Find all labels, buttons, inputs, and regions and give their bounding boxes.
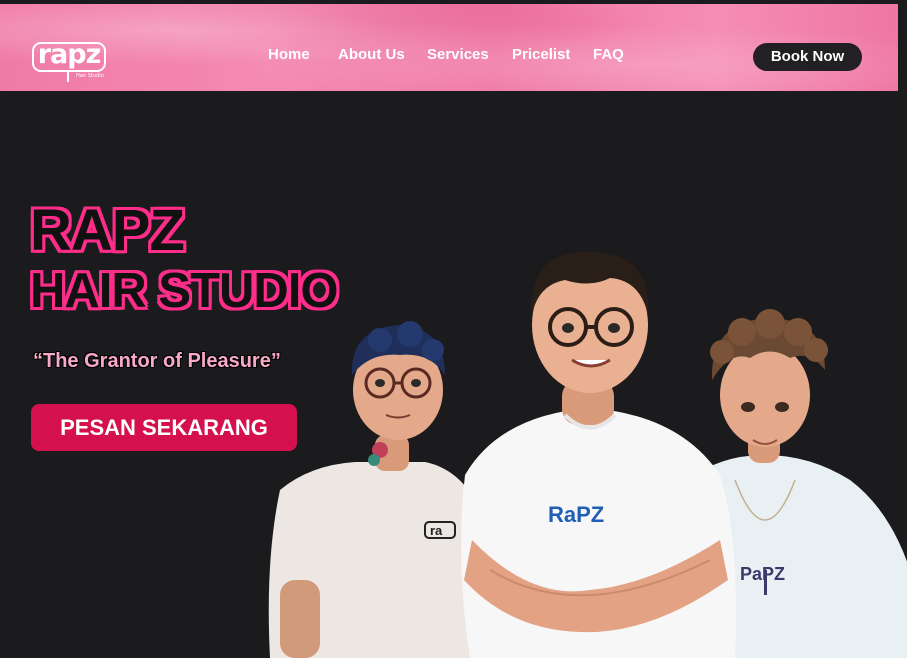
book-now-button[interactable]: Book Now	[753, 43, 862, 71]
center-shirt-print: RaPZ	[548, 502, 604, 527]
logo-subtext: Hair Studio	[76, 73, 104, 79]
character-center: RaPZ	[461, 251, 736, 658]
logo-stem	[67, 70, 69, 82]
brand-logo[interactable]: rapz Hair Studio	[32, 39, 106, 84]
nav-pricelist[interactable]: Pricelist	[512, 46, 570, 63]
nav-services[interactable]: Services	[427, 46, 489, 63]
character-left: ra	[268, 321, 495, 658]
site-header: rapz Hair Studio Home About Us Services …	[0, 4, 898, 91]
hero-tagline: “The Grantor of Pleasure”	[33, 350, 281, 372]
logo-wordmark: rapz	[37, 39, 102, 70]
left-shirt-print: ra	[430, 523, 443, 538]
nav-faq[interactable]: FAQ	[593, 46, 624, 63]
nav-home[interactable]: Home	[268, 46, 310, 63]
landing-page: rapz Hair Studio Home About Us Services …	[0, 0, 907, 658]
nav-about-us[interactable]: About Us	[338, 46, 405, 63]
team-illustration: PaPZ ra RaPZ	[268, 251, 907, 658]
right-shirt-print: PaPZ	[740, 564, 785, 584]
